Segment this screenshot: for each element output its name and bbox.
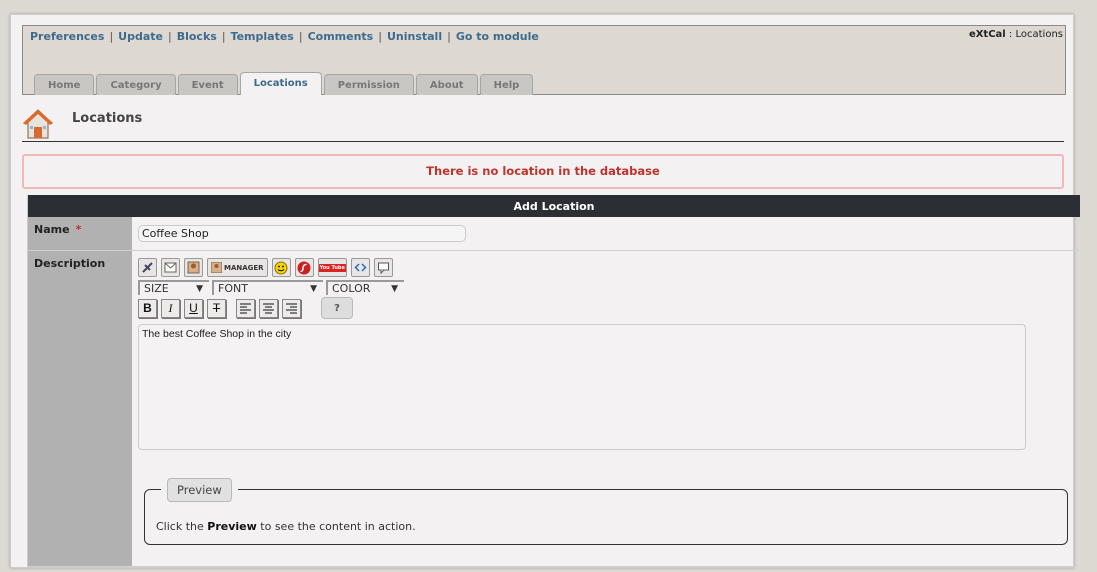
table-right-border	[1079, 225, 1080, 567]
preview-hint: Click the Preview to see the content in …	[156, 520, 416, 533]
module-current-page: Locations	[1015, 29, 1063, 40]
align-center-button[interactable]	[259, 298, 278, 318]
form-caption: Add Location	[28, 195, 1080, 217]
italic-button[interactable]: I	[161, 298, 180, 318]
tab-category[interactable]: Category	[96, 74, 176, 95]
name-row: Name *	[28, 217, 1080, 251]
admin-frame: Preferences | Update | Blocks | Templates | Comm…	[10, 14, 1080, 568]
update-link[interactable]: Update	[118, 30, 163, 43]
module-breadcrumb: eXtCal : Locations	[968, 29, 1063, 40]
description-editor: MANAGER You Tube SIZE ▼ FONT ▼ COLOR ▼ B…	[138, 257, 1028, 319]
image-manager-button[interactable]: MANAGER	[207, 258, 268, 277]
go-to-module-link[interactable]: Go to module	[456, 30, 539, 43]
align-center-icon	[263, 303, 274, 313]
module-name: eXtCal	[968, 29, 1006, 40]
description-textarea[interactable]: The best Coffee Shop in the city	[138, 324, 1026, 450]
admin-header: Preferences | Update | Blocks | Templates | Comm…	[22, 25, 1066, 95]
description-label: Description	[28, 251, 132, 566]
email-icon[interactable]	[161, 258, 180, 277]
uninstall-link[interactable]: Uninstall	[387, 30, 442, 43]
editor-format-row: B I U T ?	[138, 297, 1028, 319]
tab-home[interactable]: Home	[34, 74, 95, 95]
preview-box: Preview Click the Preview to see the con…	[144, 478, 1068, 545]
color-select[interactable]: COLOR ▼	[326, 280, 404, 295]
tab-permission[interactable]: Permission	[323, 74, 414, 95]
chevron-down-icon: ▼	[310, 284, 317, 294]
comments-link[interactable]: Comments	[308, 30, 374, 43]
align-right-button[interactable]	[282, 298, 301, 318]
quote-icon[interactable]	[373, 258, 393, 277]
preferences-link[interactable]: Preferences	[30, 30, 104, 43]
name-label: Name *	[28, 217, 132, 250]
strikethrough-button[interactable]: T	[207, 298, 226, 318]
image-icon[interactable]	[184, 258, 203, 277]
underline-button[interactable]: U	[184, 298, 203, 318]
code-icon[interactable]	[350, 258, 370, 277]
admin-tabs: Home Category Event Locations Permission…	[34, 72, 534, 95]
page-title: Locations	[72, 111, 143, 126]
align-right-icon	[286, 303, 297, 313]
font-select[interactable]: FONT ▼	[212, 280, 323, 295]
url-icon[interactable]	[138, 258, 157, 277]
editor-select-row: SIZE ▼ FONT ▼ COLOR ▼	[138, 280, 1028, 295]
align-left-button[interactable]	[236, 298, 255, 318]
admin-top-links: Preferences | Update | Blocks | Templates | Comm…	[30, 30, 539, 43]
description-row: Description MANAGER You Tube SIZE ▼ FONT…	[28, 251, 1080, 567]
editor-icon-toolbar: MANAGER You Tube	[138, 257, 1028, 278]
chevron-down-icon: ▼	[196, 284, 203, 294]
templates-link[interactable]: Templates	[231, 30, 294, 43]
error-message: There is no location in the database	[22, 154, 1064, 189]
chevron-down-icon: ▼	[391, 284, 398, 294]
required-marker: *	[75, 223, 82, 236]
smilies-icon[interactable]	[271, 258, 291, 277]
name-input[interactable]	[138, 225, 466, 242]
align-left-icon	[240, 303, 251, 313]
preview-button[interactable]: Preview	[167, 478, 232, 502]
tab-about[interactable]: About	[415, 74, 478, 95]
add-location-form: Add Location Name* Description	[27, 195, 1080, 567]
house-icon	[23, 109, 53, 139]
bold-button[interactable]: B	[138, 298, 157, 318]
flash-icon[interactable]	[294, 258, 314, 277]
tab-event[interactable]: Event	[177, 74, 238, 95]
tab-help[interactable]: Help	[479, 74, 534, 95]
blocks-link[interactable]: Blocks	[177, 30, 217, 43]
youtube-icon[interactable]: You Tube	[317, 258, 347, 277]
tab-locations[interactable]: Locations	[239, 72, 322, 95]
editor-help-button[interactable]: ?	[321, 297, 353, 319]
size-select[interactable]: SIZE ▼	[138, 280, 209, 295]
page-heading: Locations	[22, 105, 1064, 142]
